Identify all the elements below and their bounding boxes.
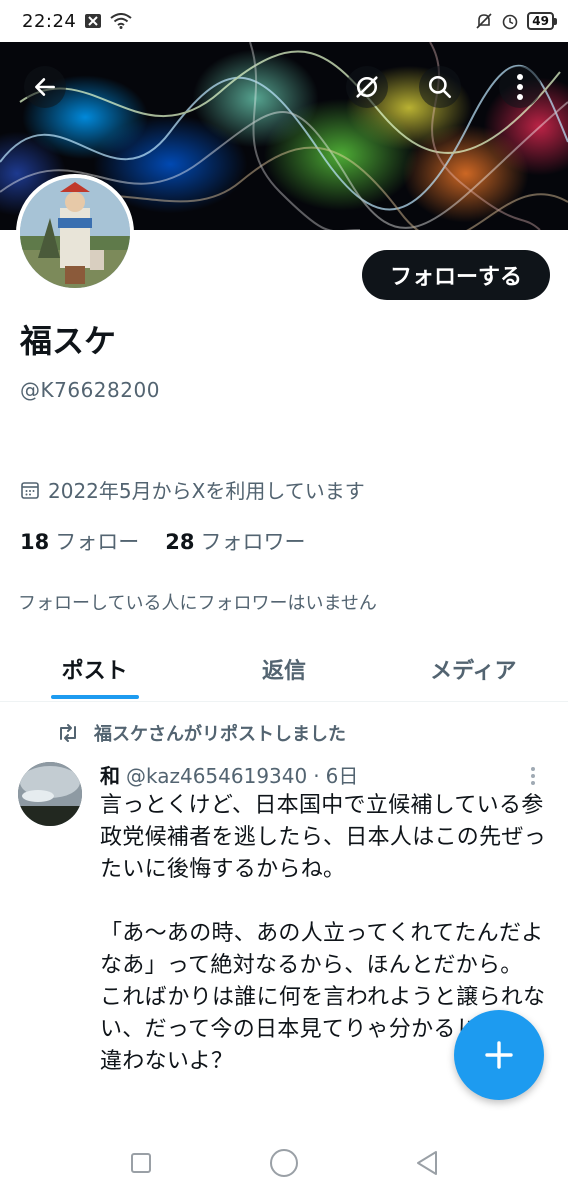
status-bar: 22:24 49: [0, 0, 568, 42]
back-button[interactable]: [24, 66, 66, 108]
more-button[interactable]: [499, 66, 541, 108]
search-icon: [428, 75, 452, 99]
search-button[interactable]: [419, 66, 461, 108]
followers-count: 28: [165, 530, 195, 554]
status-time: 22:24: [22, 10, 77, 32]
recents-button[interactable]: [121, 1143, 161, 1183]
repost-icon: [60, 724, 76, 742]
system-nav-bar: [0, 1126, 568, 1199]
no-sync-icon: [356, 76, 378, 98]
followers-label: フォロワー: [200, 530, 306, 554]
tweet-author-handle[interactable]: @kaz4654619340: [126, 764, 307, 788]
follow-button[interactable]: フォローする: [362, 250, 550, 300]
sync-button[interactable]: [346, 66, 388, 108]
back-triangle-icon: [416, 1150, 437, 1175]
home-button[interactable]: [264, 1143, 304, 1183]
tweet-time[interactable]: 6日: [326, 760, 359, 789]
tweet-separator: ·: [313, 764, 320, 788]
back-nav-button[interactable]: [407, 1143, 447, 1183]
compose-button[interactable]: [454, 1010, 544, 1100]
display-name: 福スケ: [20, 322, 117, 360]
plus-icon: [485, 1041, 513, 1069]
more-vertical-icon: [531, 767, 535, 785]
tab-replies[interactable]: 返信: [189, 636, 378, 701]
repost-indicator: 福スケさんがリポストしました: [56, 720, 346, 746]
user-handle: @K76628200: [20, 378, 160, 402]
followers-link[interactable]: 28 フォロワー: [165, 526, 305, 556]
follow-counts: 18 フォロー 28 フォロワー: [20, 526, 305, 556]
following-label: フォロー: [55, 530, 140, 554]
tweet-header: 和 @kaz4654619340 · 6日: [100, 760, 358, 789]
recents-square-icon: [131, 1152, 152, 1173]
following-count: 18: [20, 530, 50, 554]
avatar-sky-image: [18, 762, 82, 826]
joined-text: 2022年5月からXを利用しています: [48, 479, 365, 503]
profile-avatar[interactable]: [16, 174, 134, 292]
battery-icon: 49: [527, 12, 557, 30]
notification-x-icon: [85, 14, 102, 28]
wifi-icon: [110, 13, 132, 29]
tab-posts[interactable]: ポスト: [0, 636, 189, 701]
tab-media[interactable]: メディア: [379, 636, 568, 701]
tweet-more-button[interactable]: [530, 766, 536, 786]
calendar-icon: [21, 481, 39, 499]
avatar-statue-image: [20, 178, 130, 288]
tweet-author-name[interactable]: 和: [100, 760, 120, 789]
tweet-author-avatar[interactable]: [18, 762, 82, 826]
arrow-left-icon: [35, 78, 55, 96]
profile-tabs: ポスト 返信 メディア: [0, 636, 568, 702]
bell-muted-icon: [476, 13, 492, 29]
alarm-icon: [502, 14, 518, 30]
following-link[interactable]: 18 フォロー: [20, 526, 139, 556]
no-mutual-followers-note: フォローしている人にフォロワーはいません: [18, 593, 377, 614]
home-circle-icon: [269, 1148, 298, 1177]
repost-text: 福スケさんがリポストしました: [94, 724, 346, 745]
more-vertical-icon: [517, 74, 523, 100]
joined-date: 2022年5月からXを利用しています: [20, 475, 365, 504]
